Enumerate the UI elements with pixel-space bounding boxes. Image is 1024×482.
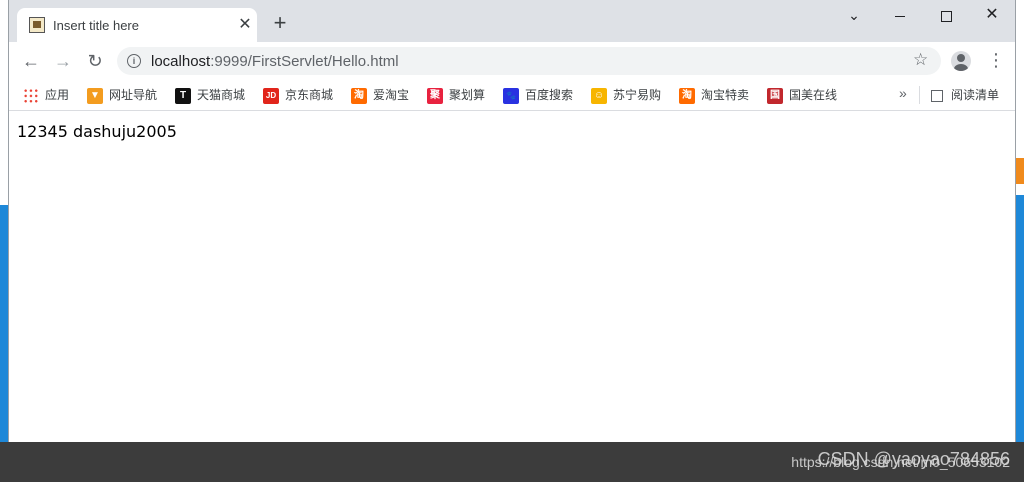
forward-arrow-icon[interactable]: → <box>51 49 75 73</box>
url-text[interactable]: localhost:9999/FirstServlet/Hello.html <box>151 53 399 70</box>
browser-window: Insert title here ✕ + ⌄ ✕ ← → ↻ i localh… <box>8 0 1016 442</box>
suning-icon: ☺ <box>591 87 607 104</box>
bookmark-label: 京东商城 <box>285 88 334 102</box>
bookmark-item[interactable]: ▼ 网址导航 <box>87 86 157 104</box>
taskbar: CSDN @yaoyao784856 https://blog.csdn.net… <box>0 442 1024 482</box>
blog-url-watermark: https://blog.csdn.net/m0_50653102 <box>791 454 1010 470</box>
reload-icon[interactable]: ↻ <box>83 49 107 73</box>
reading-list-icon <box>931 89 943 102</box>
bookmark-item[interactable]: ☺ 苏宁易购 <box>591 86 661 104</box>
desktop-edge-widget <box>1016 158 1024 184</box>
site-info-icon[interactable]: i <box>127 54 141 68</box>
bookmark-label: 淘宝特卖 <box>701 88 750 102</box>
back-arrow-icon[interactable]: ← <box>19 49 43 73</box>
tab-title: Insert title here <box>53 18 139 33</box>
bookmark-item[interactable]: 淘爱淘宝 <box>351 86 409 104</box>
bookmark-item[interactable]: 聚聚划算 <box>427 86 485 104</box>
bookmark-item[interactable]: 🐾 百度搜索 <box>503 86 573 104</box>
bookmark-label: 应用 <box>45 88 70 102</box>
address-bar[interactable]: i localhost:9999/FirstServlet/Hello.html… <box>117 47 941 75</box>
more-bookmarks-chevron-icon[interactable]: » <box>899 85 907 101</box>
bookmark-label: 爱淘宝 <box>373 88 410 102</box>
bookmark-item[interactable]: JD 京东商城 <box>263 86 333 104</box>
bookmarks-separator <box>919 86 920 104</box>
taobao-icon: 淘 <box>351 87 367 104</box>
tab-strip: Insert title here ✕ + ⌄ ✕ <box>9 0 1015 42</box>
baidu-paw-icon: 🐾 <box>503 87 519 104</box>
bookmark-item[interactable]: 应用 <box>23 86 69 104</box>
bookmark-label: 苏宁易购 <box>613 88 662 102</box>
maximize-button[interactable] <box>923 0 969 32</box>
juhuasuan-icon: 聚 <box>427 87 443 104</box>
bookmark-item[interactable]: 国国美在线 <box>767 86 837 104</box>
browser-toolbar: ← → ↻ i localhost:9999/FirstServlet/Hell… <box>9 42 1015 80</box>
apps-grid-icon <box>23 87 39 104</box>
jd-icon: JD <box>263 87 279 104</box>
kebab-menu-icon[interactable]: ⋮ <box>987 50 1005 70</box>
bookmark-label: 国美在线 <box>789 88 838 102</box>
new-tab-button[interactable]: + <box>269 12 291 34</box>
close-window-button[interactable]: ✕ <box>969 0 1015 32</box>
bookmark-label: 聚划算 <box>449 88 486 102</box>
reading-list-button[interactable]: 阅读清单 <box>931 86 999 104</box>
page-body-text: 12345 dashuju2005 <box>17 122 177 141</box>
tab-search-chevron-icon[interactable]: ⌄ <box>831 0 877 32</box>
bookmarks-bar: 国国美在线淘淘宝特卖 ☺ 苏宁易购 🐾 百度搜索聚聚划算淘爱淘宝 JD 京东商城 T 天猫商城 ▼… <box>9 80 1015 111</box>
taobao-sale-icon: 淘 <box>679 87 695 104</box>
bookmark-label: 百度搜索 <box>525 88 574 102</box>
tab-active[interactable]: Insert title here ✕ <box>17 8 257 42</box>
minimize-button[interactable] <box>877 0 923 32</box>
bookmark-item[interactable]: 淘淘宝特卖 <box>679 86 749 104</box>
desktop-edge-right <box>1016 195 1024 445</box>
nav-down-arrow-icon: ▼ <box>87 87 103 104</box>
tmall-icon: T <box>175 87 191 104</box>
bookmark-star-icon[interactable]: ☆ <box>913 50 928 70</box>
desktop-edge-left <box>0 205 8 445</box>
bookmark-label: 网址导航 <box>109 88 158 102</box>
gome-icon: 国 <box>767 87 783 104</box>
tab-close-icon[interactable]: ✕ <box>235 15 255 35</box>
page-content: 12345 dashuju2005 <box>9 111 1015 442</box>
bookmark-item[interactable]: T 天猫商城 <box>175 86 245 104</box>
page-favicon-icon <box>29 17 45 33</box>
profile-avatar-icon[interactable] <box>951 51 971 71</box>
bookmark-label: 天猫商城 <box>197 88 246 102</box>
